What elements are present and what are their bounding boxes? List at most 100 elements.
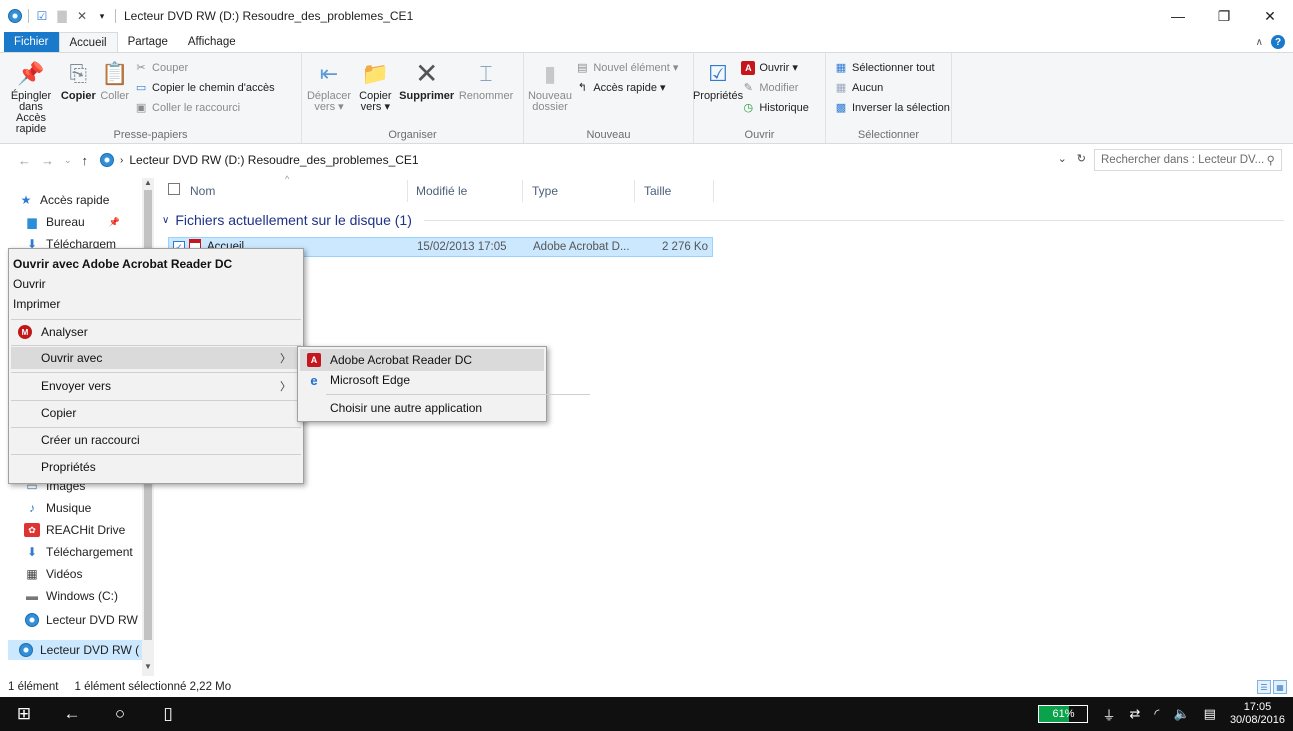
submenu-item-acrobat[interactable]: A Adobe Acrobat Reader DC: [300, 349, 544, 371]
close-button[interactable]: ✕: [1247, 0, 1293, 32]
nav-item-windows-c[interactable]: ▬ Windows (C:): [24, 586, 118, 606]
collapse-ribbon-icon[interactable]: ∧: [1256, 37, 1263, 48]
select-none-button[interactable]: ▦ Aucun: [834, 79, 950, 96]
easy-access-button[interactable]: ↰ Accès rapide ▾: [575, 79, 678, 96]
menu-separator: [11, 345, 301, 346]
help-icon[interactable]: ?: [1271, 35, 1285, 49]
search-icon[interactable]: ○: [96, 697, 144, 731]
submenu-item-edge[interactable]: e Microsoft Edge: [300, 369, 544, 391]
delete-button[interactable]: ✕ Supprimer: [399, 57, 455, 102]
column-header-name[interactable]: Nom: [190, 184, 215, 198]
menu-item-open-with[interactable]: Ouvrir avec 〉: [11, 347, 301, 369]
search-input[interactable]: Rechercher dans : Lecteur DV... ⚲: [1094, 149, 1282, 171]
new-folder-button[interactable]: ▮ Nouveau dossier: [528, 57, 572, 113]
rename-button[interactable]: ⌶ Renommer: [458, 57, 514, 102]
copy-button[interactable]: ⎘ Copier: [61, 57, 96, 102]
column-header-modified[interactable]: Modifié le: [416, 184, 467, 198]
cut-button[interactable]: ✂ Couper: [134, 59, 275, 76]
nav-label: Lecteur DVD RW (: [40, 643, 140, 657]
nav-item-dvd-drive[interactable]: Lecteur DVD RW: [24, 610, 138, 630]
address-dropdown-icon[interactable]: ⌄: [1058, 152, 1067, 165]
volume-muted-icon[interactable]: 🔈: [1173, 706, 1189, 722]
clock[interactable]: 17:05 30/08/2016: [1230, 701, 1285, 727]
wifi-icon[interactable]: ◜: [1154, 706, 1159, 722]
select-all-button[interactable]: ▦ Sélectionner tout: [834, 59, 950, 76]
move-to-button[interactable]: ⇤ Déplacer vers ▾: [306, 57, 352, 113]
menu-item-open-with-acrobat[interactable]: Ouvrir avec Adobe Acrobat Reader DC: [11, 253, 301, 275]
copy-to-button[interactable]: 📁 Copier vers ▾: [355, 57, 395, 113]
paste-button[interactable]: 📋 Coller: [99, 57, 131, 102]
copy-path-button[interactable]: ▭ Copier le chemin d'accès: [134, 79, 275, 96]
refresh-icon[interactable]: ↻: [1077, 152, 1086, 165]
scroll-down-arrow-icon[interactable]: ▼: [144, 662, 152, 671]
drive-icon: ▬: [26, 589, 38, 603]
recent-locations-icon[interactable]: ⌄: [64, 155, 72, 166]
tab-fichier[interactable]: Fichier: [4, 32, 59, 52]
nav-item-quick-access[interactable]: ★ Accès rapide: [18, 190, 110, 210]
nav-item-music[interactable]: ♪ Musique: [24, 498, 91, 518]
column-divider[interactable]: [522, 180, 523, 202]
select-all-checkbox[interactable]: [168, 183, 180, 195]
group-collapse-chevron-icon[interactable]: ∨: [162, 215, 169, 226]
open-button[interactable]: A Ouvrir ▾: [741, 59, 809, 76]
maximize-button[interactable]: ❐: [1201, 0, 1247, 32]
task-view-icon[interactable]: ▯: [144, 697, 192, 731]
customize-qat-icon[interactable]: ▾: [95, 9, 109, 23]
column-divider[interactable]: [634, 180, 635, 202]
new-folder-icon[interactable]: ▇: [55, 9, 69, 23]
back-arrow-icon[interactable]: ←: [18, 153, 31, 168]
tab-partage[interactable]: Partage: [118, 32, 178, 52]
network-icon[interactable]: ⇄: [1130, 706, 1141, 722]
tab-accueil[interactable]: Accueil: [58, 32, 118, 52]
nav-item-desktop[interactable]: ▆ Bureau 📌: [24, 212, 120, 232]
menu-item-print[interactable]: Imprimer: [11, 293, 301, 315]
nav-item-videos[interactable]: ▦ Vidéos: [24, 564, 82, 584]
large-icons-view-icon[interactable]: ▦: [1273, 680, 1287, 694]
tab-affichage[interactable]: Affichage: [178, 32, 246, 52]
scroll-up-arrow-icon[interactable]: ▲: [144, 178, 152, 187]
submenu-arrow-icon: 〉: [280, 353, 291, 365]
menu-item-copy[interactable]: Copier: [11, 402, 301, 424]
history-button[interactable]: ◷ Historique: [741, 99, 809, 116]
column-header-size[interactable]: Taille: [644, 184, 671, 198]
new-item-button[interactable]: ▤ Nouvel élément ▾: [575, 59, 678, 76]
submenu-item-choose-app[interactable]: Choisir une autre application: [300, 397, 544, 419]
column-headers: Nom ^ Modifié le Type Taille: [160, 174, 720, 202]
menu-item-scan[interactable]: M Analyser: [11, 321, 301, 343]
delete-x-icon[interactable]: ✕: [75, 9, 89, 23]
new-folder-label: Nouveau dossier: [527, 90, 573, 113]
menu-item-properties[interactable]: Propriétés: [11, 456, 301, 478]
details-view-icon[interactable]: ☰: [1257, 680, 1271, 694]
rename-label: Renommer: [458, 90, 514, 102]
battery-indicator[interactable]: 61%: [1038, 705, 1089, 723]
back-arrow-icon[interactable]: ←: [48, 697, 96, 731]
notifications-icon[interactable]: ▤: [1204, 706, 1216, 722]
move-to-icon: ⇤: [319, 60, 339, 86]
file-modified: 15/02/2013 17:05: [417, 241, 507, 253]
properties-button[interactable]: ☑ Propriétés: [693, 57, 743, 102]
submenu-arrow-icon: 〉: [280, 381, 291, 393]
nav-item-reachit[interactable]: ✿ REACHit Drive: [24, 520, 125, 540]
up-arrow-icon[interactable]: ↑: [82, 153, 89, 168]
nav-item-downloads[interactable]: ⬇ Téléchargement: [24, 542, 133, 562]
properties-check-icon[interactable]: ☑: [35, 9, 49, 23]
minimize-button[interactable]: —: [1155, 0, 1201, 32]
column-header-type[interactable]: Type: [532, 184, 558, 198]
invert-selection-button[interactable]: ▩ Inverser la sélection: [834, 99, 950, 116]
windows-start-icon[interactable]: ⊞: [0, 697, 48, 731]
nav-item-dvd-drive-selected[interactable]: Lecteur DVD RW (: [8, 640, 142, 660]
file-type: Adobe Acrobat D...: [533, 241, 630, 253]
column-divider[interactable]: [407, 180, 408, 202]
pin-quick-access-button[interactable]: 📌 Épingler dans Accès rapide: [4, 57, 58, 135]
column-divider[interactable]: [713, 180, 714, 202]
address-bar[interactable]: › Lecteur DVD RW (D:) Resoudre_des_probl…: [100, 149, 1090, 171]
group-header[interactable]: ∨ Fichiers actuellement sur le disque (1…: [162, 212, 1284, 228]
breadcrumb-chevron-icon[interactable]: ›: [120, 155, 123, 166]
menu-item-open[interactable]: Ouvrir: [11, 273, 301, 295]
forward-arrow-icon[interactable]: →: [41, 153, 54, 168]
edit-button[interactable]: ✎ Modifier: [741, 79, 809, 96]
menu-item-create-shortcut[interactable]: Créer un raccourci: [11, 429, 301, 451]
menu-item-send-to[interactable]: Envoyer vers 〉: [11, 375, 301, 397]
new-item-icon: ▤: [577, 62, 588, 74]
paste-shortcut-button[interactable]: ▣ Coller le raccourci: [134, 99, 275, 116]
